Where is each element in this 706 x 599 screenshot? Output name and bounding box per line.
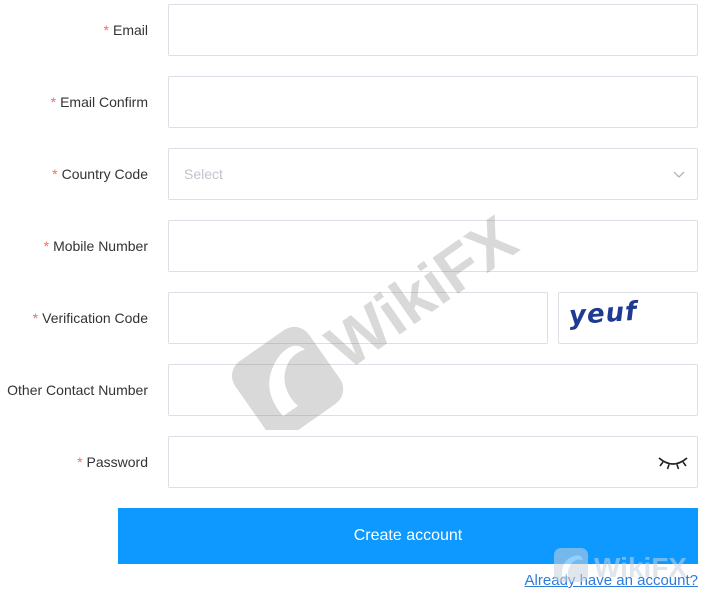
password-row: * Password (0, 436, 706, 488)
required-mark: * (32, 310, 39, 326)
other-contact-field[interactable] (169, 365, 697, 415)
required-mark: * (103, 22, 109, 38)
country-code-label: * Country Code (52, 166, 148, 182)
email-field-box (168, 4, 698, 56)
other-contact-row: Other Contact Number (0, 364, 706, 416)
other-contact-field-box (168, 364, 698, 416)
required-mark: * (77, 454, 83, 470)
password-label: * Password (77, 454, 148, 470)
mobile-number-label: * Mobile Number (43, 238, 148, 254)
verification-code-field[interactable] (169, 293, 547, 343)
required-mark: * (52, 166, 58, 182)
other-contact-label: Other Contact Number (7, 382, 148, 398)
email-confirm-label: * Email Confirm (50, 94, 148, 110)
mobile-number-field-box (168, 220, 698, 272)
chevron-down-icon (673, 171, 685, 178)
email-confirm-field-box (168, 76, 698, 128)
email-confirm-row: * Email Confirm (0, 76, 706, 128)
password-field-box (168, 436, 698, 488)
country-code-select[interactable]: Select (168, 148, 698, 200)
email-row: * Email (0, 4, 706, 56)
verification-code-row: * Verification Code yeuf (0, 292, 706, 344)
eye-closed-icon[interactable] (657, 451, 689, 473)
mobile-number-row: * Mobile Number (0, 220, 706, 272)
login-link[interactable]: Already have an account? (525, 572, 698, 589)
captcha-image[interactable]: yeuf (558, 292, 698, 344)
country-code-row: * Country Code Select (0, 148, 706, 200)
captcha-text: yeuf (568, 296, 639, 332)
email-field[interactable] (169, 5, 697, 55)
required-mark: * (43, 238, 50, 254)
create-account-button[interactable]: Create account (118, 508, 698, 564)
email-confirm-field[interactable] (169, 77, 697, 127)
country-code-selected-value: Select (184, 166, 223, 182)
password-field[interactable] (169, 437, 697, 487)
required-mark: * (50, 94, 57, 110)
email-label: * Email (103, 22, 148, 38)
mobile-number-field[interactable] (169, 221, 697, 271)
registration-form: * Email * Email Confirm * Country Code Sele… (0, 0, 706, 599)
verification-code-field-box (168, 292, 548, 344)
verification-code-label: * Verification Code (32, 310, 148, 326)
